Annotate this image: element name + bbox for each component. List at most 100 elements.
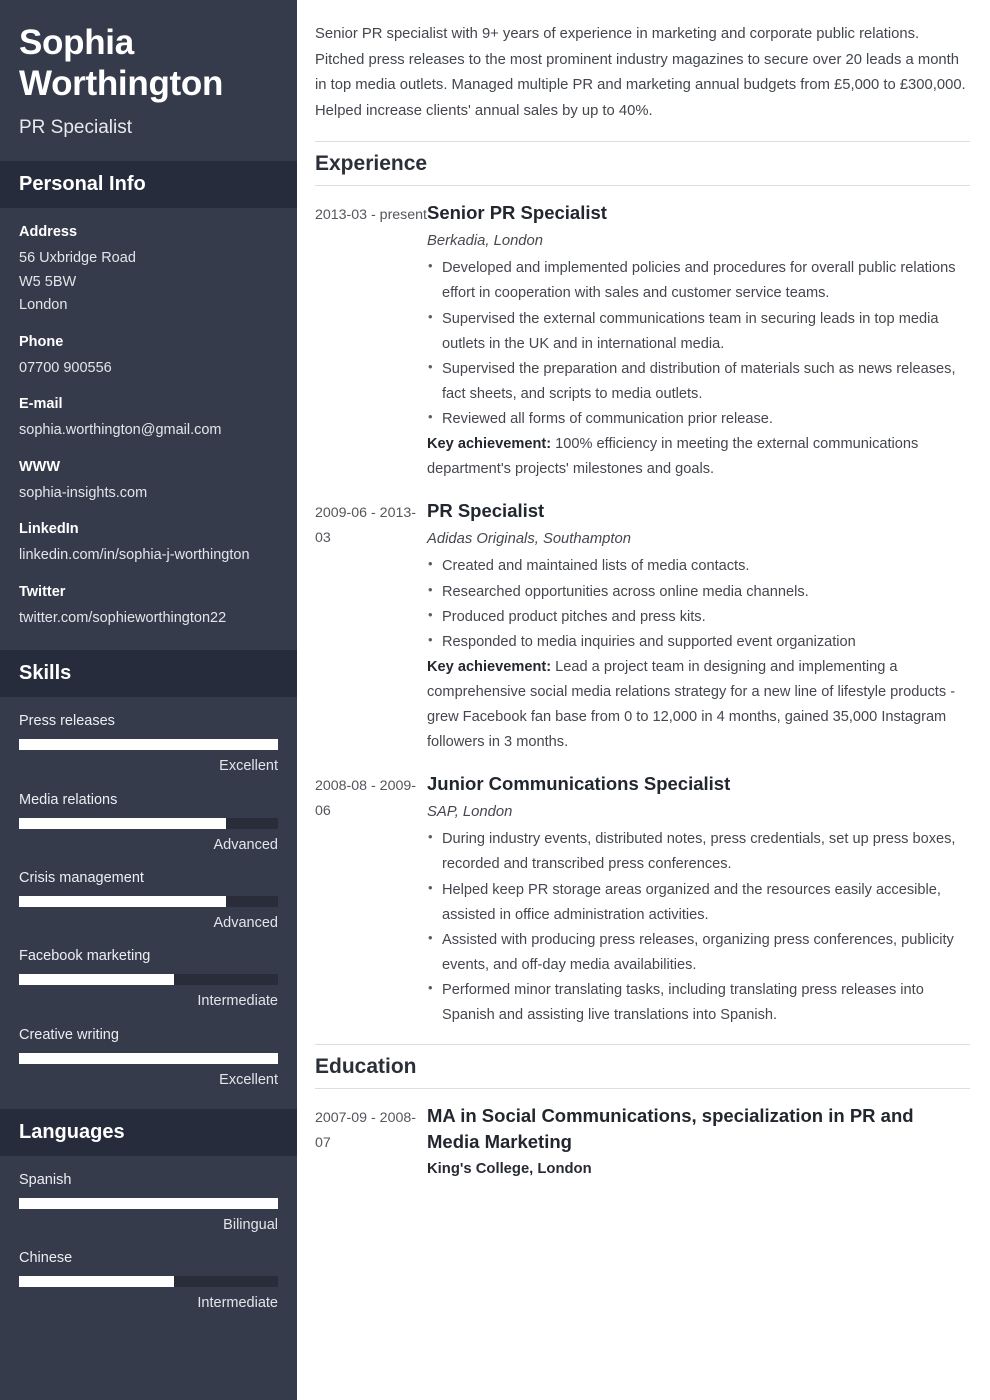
entry: 2007-09 - 2008-07 MA in Social Communicat… xyxy=(315,1103,970,1185)
skill-name: Crisis management xyxy=(19,869,144,886)
key-achievement-label: Key achievement: xyxy=(427,436,552,453)
contact-group: WWW sophia-insights.com xyxy=(19,457,278,506)
skill-progress-fill xyxy=(19,974,175,986)
skill-progress-bar xyxy=(19,1197,278,1209)
resume-page: Sophia Worthington PR Specialist Persona… xyxy=(0,0,990,1400)
contact-label: WWW xyxy=(19,458,61,475)
contact-value: sophia.worthington@gmail.com xyxy=(19,422,222,439)
section-header-skills: Skills xyxy=(0,650,297,698)
education-section: Education 2007-09 - 2008-07 MA in Social … xyxy=(315,1044,970,1185)
contact-label: Address xyxy=(19,224,78,241)
skill-item: Press releases Excellent xyxy=(19,711,278,776)
skill-progress-fill xyxy=(19,1276,175,1288)
entry-bullet: Supervised the external communications t… xyxy=(427,306,970,357)
entry-bullet: Produced product pitches and press kits. xyxy=(427,604,970,630)
section-header-personal-info: Personal Info xyxy=(0,161,297,209)
skill-item: Crisis management Advanced xyxy=(19,868,278,933)
entry-body: Senior PR Specialist Berkadia, London Deve… xyxy=(427,200,970,482)
entry-body: Junior Communications Specialist SAP, Lon… xyxy=(427,771,970,1028)
skill-progress-fill xyxy=(19,896,227,907)
entry-bullet: Researched opportunities across online m… xyxy=(427,578,970,605)
skill-level-label: Intermediate xyxy=(197,993,278,1010)
contact-group: E-mail sophia.worthington@gmail.com xyxy=(19,394,278,443)
sidebar: Sophia Worthington PR Specialist Persona… xyxy=(0,0,297,1400)
contact-label: E-mail xyxy=(19,396,63,413)
contact-group: Twitter twitter.com/sophieworthington22 xyxy=(19,582,278,631)
entry-dates: 2007-09 - 2008-07 xyxy=(315,1110,416,1151)
skill-progress-fill xyxy=(19,1197,278,1209)
skills-body: Press releases Excellent Media relations Ad… xyxy=(0,697,297,1109)
skill-progress-fill xyxy=(19,739,278,751)
entry: 2009-06 - 2013-03 PR Specialist Adidas Ori… xyxy=(315,498,970,755)
skill-progress-bar xyxy=(19,817,278,829)
entry-bullet-list: Developed and implemented policies and p… xyxy=(427,255,970,432)
languages-body: Spanish Bilingual Chinese Intermediate xyxy=(0,1156,297,1333)
languages-list: Spanish Bilingual Chinese Intermediate xyxy=(19,1170,278,1314)
experience-section-header: Experience xyxy=(315,140,970,187)
entry-bullet: During industry events, distributed note… xyxy=(427,826,970,877)
entry-bullet: Responded to media inquiries and support… xyxy=(427,629,970,655)
entry-bullet: Reviewed all forms of communication prio… xyxy=(427,406,970,432)
contact-value: linkedin.com/in/sophia-j-worthington xyxy=(19,547,250,564)
key-achievement: Key achievement: Lead a project team in … xyxy=(427,655,970,755)
main-column: Senior PR specialist with 9+ years of ex… xyxy=(297,0,990,1400)
skill-level-label: Excellent xyxy=(219,1071,278,1088)
education-entries: 2007-09 - 2008-07 MA in Social Communicat… xyxy=(315,1103,970,1185)
education-heading: Education xyxy=(315,1055,417,1079)
entry-bullet-list: During industry events, distributed note… xyxy=(427,826,970,1028)
contact-label: LinkedIn xyxy=(19,521,79,538)
skills-list: Press releases Excellent Media relations Ad… xyxy=(19,711,278,1090)
skills-heading: Skills xyxy=(19,662,72,685)
skill-item: Chinese Intermediate xyxy=(19,1248,278,1313)
entry-title: MA in Social Communications, specializat… xyxy=(427,1105,914,1152)
contact-value: 56 Uxbridge Road W5 5BW London xyxy=(19,250,136,314)
entry-dates: 2008-08 - 2009-06 xyxy=(315,778,416,819)
entry-bullet: Performed minor translating tasks, inclu… xyxy=(427,977,970,1028)
contact-value: sophia-insights.com xyxy=(19,484,148,501)
languages-heading: Languages xyxy=(19,1120,125,1143)
experience-section: Experience 2013-03 - present Senior PR Sp… xyxy=(315,140,970,1028)
contact-group: Phone 07700 900556 xyxy=(19,332,278,381)
skill-item: Creative writing Excellent xyxy=(19,1025,278,1090)
entry: 2013-03 - present Senior PR Specialist Ber… xyxy=(315,200,970,482)
key-achievement: Key achievement: 100% efficiency in meet… xyxy=(427,432,970,482)
skill-name: Chinese xyxy=(19,1250,73,1267)
personal-info-heading: Personal Info xyxy=(19,173,146,196)
skill-level-label: Advanced xyxy=(213,836,279,853)
entry-bullet: Supervised the preparation and distribut… xyxy=(427,356,970,407)
candidate-name: Sophia Worthington xyxy=(19,23,224,104)
contact-group: Address 56 Uxbridge Road W5 5BW London xyxy=(19,222,278,317)
skill-name: Facebook marketing xyxy=(19,948,151,965)
entry-dates: 2013-03 - present xyxy=(315,207,427,224)
experience-heading: Experience xyxy=(315,151,428,175)
entry-bullet-list: Created and maintained lists of media co… xyxy=(427,553,970,655)
skill-level-label: Excellent xyxy=(219,758,278,775)
skill-level-label: Advanced xyxy=(213,915,279,931)
skill-item: Spanish Bilingual xyxy=(19,1170,278,1235)
contact-label: Twitter xyxy=(19,583,66,600)
skill-progress-bar xyxy=(19,1276,278,1288)
entry-organization: SAP, London xyxy=(427,803,513,820)
skill-level-label: Intermediate xyxy=(197,1295,278,1312)
skill-level-label: Bilingual xyxy=(223,1216,278,1233)
entry: 2008-08 - 2009-06 Junior Communications S… xyxy=(315,771,970,1028)
skill-progress-bar xyxy=(19,739,278,751)
education-section-header: Education xyxy=(315,1044,970,1090)
skill-progress-bar xyxy=(19,1052,278,1064)
entry-organization: King's College, London xyxy=(427,1161,592,1178)
section-header-languages: Languages xyxy=(0,1108,297,1156)
experience-entries: 2013-03 - present Senior PR Specialist Ber… xyxy=(315,200,970,1028)
entry-body: PR Specialist Adidas Originals, Southampt… xyxy=(427,498,970,755)
entry-title: Junior Communications Specialist xyxy=(427,773,731,795)
skill-progress-bar xyxy=(19,974,278,986)
profile-summary: Senior PR specialist with 9+ years of ex… xyxy=(315,26,966,120)
entry-title: Senior PR Specialist xyxy=(427,202,607,224)
entry-bullet: Created and maintained lists of media co… xyxy=(427,553,970,579)
entry-bullet: Assisted with producing press releases, … xyxy=(427,927,970,978)
skill-name: Press releases xyxy=(19,713,115,730)
skill-progress-fill xyxy=(19,1052,278,1064)
skill-item: Facebook marketing Intermediate xyxy=(19,946,278,1011)
entry-organization: Adidas Originals, Southampton xyxy=(427,530,631,547)
contact-list: Address 56 Uxbridge Road W5 5BW London Phone… xyxy=(19,222,278,630)
key-achievement-label: Key achievement: xyxy=(427,658,552,675)
